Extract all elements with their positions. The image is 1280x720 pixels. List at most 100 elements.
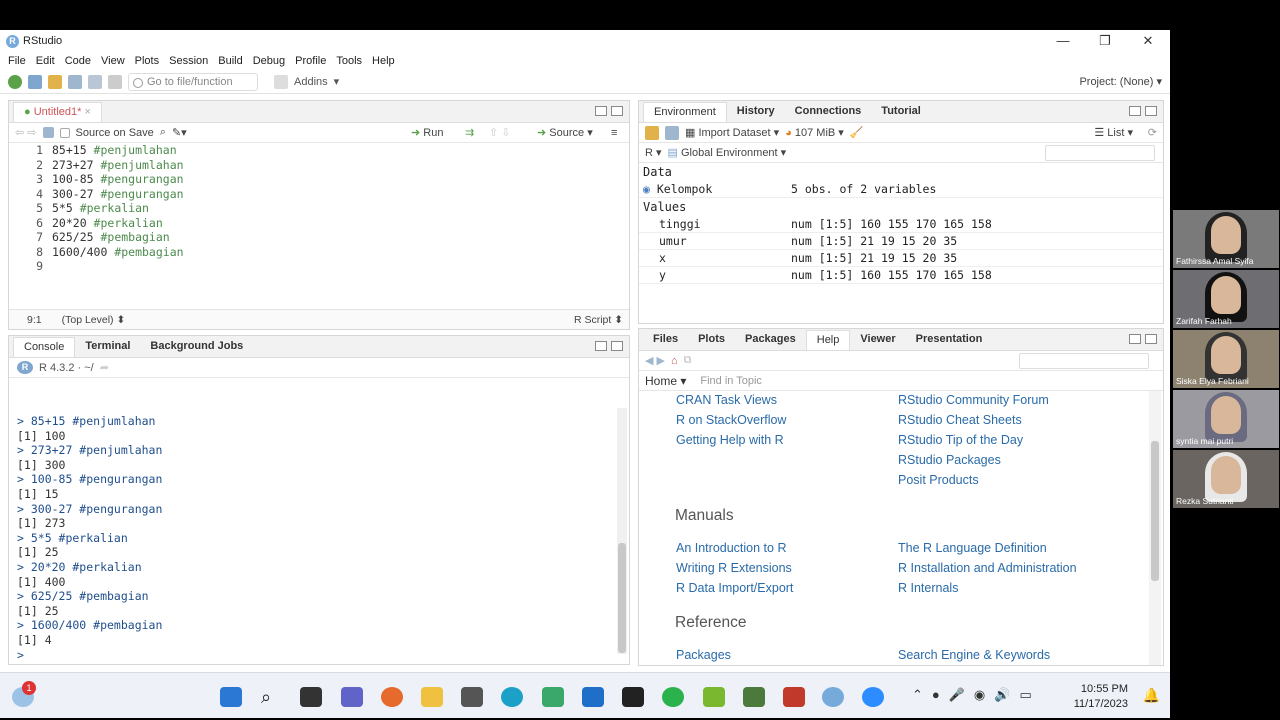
rerun-icon[interactable]: ⇉ bbox=[465, 126, 474, 139]
broom-icon[interactable]: 🧹 bbox=[850, 126, 864, 139]
values-row[interactable]: x num [1:5] 21 19 15 20 35 bbox=[639, 250, 1163, 267]
view-mode-select[interactable]: ☰ List ▾ bbox=[1094, 126, 1133, 139]
minimize-button[interactable]: — bbox=[1048, 32, 1078, 50]
maximize-pane-icon[interactable] bbox=[611, 106, 623, 116]
minimize-pane-icon[interactable] bbox=[595, 341, 607, 351]
help-link[interactable]: An Introduction to R bbox=[676, 541, 786, 555]
clock[interactable]: 10:55 PM 11/17/2023 bbox=[1074, 682, 1128, 712]
tab-background-jobs[interactable]: Background Jobs bbox=[140, 337, 253, 357]
mendeley-icon[interactable] bbox=[783, 687, 805, 707]
menu-file[interactable]: File bbox=[8, 55, 26, 67]
back-icon[interactable]: ⇦ ⇨ bbox=[15, 126, 37, 139]
help-scrollbar[interactable] bbox=[1149, 391, 1161, 665]
menu-help[interactable]: Help bbox=[372, 55, 395, 67]
help-link[interactable]: Writing R Extensions bbox=[676, 561, 792, 575]
edge-icon[interactable] bbox=[501, 687, 523, 707]
minimize-pane-icon[interactable] bbox=[1129, 106, 1141, 116]
menu-debug[interactable]: Debug bbox=[253, 55, 285, 67]
menu-plots[interactable]: Plots bbox=[135, 55, 159, 67]
help-link[interactable]: R on StackOverflow bbox=[676, 413, 786, 427]
values-row[interactable]: tinggi num [1:5] 160 155 170 165 158 bbox=[639, 216, 1163, 233]
search-icon[interactable]: ⌕ bbox=[261, 687, 283, 707]
environment-search-input[interactable] bbox=[1045, 145, 1155, 161]
teams-chat-icon[interactable] bbox=[341, 687, 363, 707]
help-link[interactable]: R Internals bbox=[898, 581, 958, 595]
help-link[interactable]: Search Engine & Keywords bbox=[898, 648, 1050, 662]
participant-video[interactable]: Siska Elya Febriani bbox=[1173, 330, 1279, 388]
up-arrow-icon[interactable]: ⇧ ⇩ bbox=[489, 126, 511, 139]
maximize-pane-icon[interactable] bbox=[1145, 106, 1157, 116]
source-button[interactable]: ➜ Source ▾ bbox=[537, 126, 593, 139]
goto-file-input[interactable]: Go to file/function bbox=[128, 72, 258, 91]
notification-bell-icon[interactable]: 🔔 bbox=[1143, 687, 1160, 704]
tab-presentation[interactable]: Presentation bbox=[906, 330, 993, 350]
pen-app-icon[interactable] bbox=[703, 687, 725, 707]
console-output[interactable]: > 85+15 #penjumlahan [1] 100 > 273+27 #pen… bbox=[17, 414, 162, 662]
values-row[interactable]: umur num [1:5] 21 19 15 20 35 bbox=[639, 233, 1163, 250]
file-type-selector[interactable]: R Script ⬍ bbox=[574, 314, 623, 326]
help-link[interactable]: CRAN Task Views bbox=[676, 393, 777, 407]
import-dataset-button[interactable]: ▦ Import Dataset ▾ bbox=[685, 126, 779, 139]
tab-files[interactable]: Files bbox=[643, 330, 688, 350]
help-link[interactable]: The R Language Definition bbox=[898, 541, 1047, 555]
participant-video[interactable]: Rezka Sutrianti bbox=[1173, 450, 1279, 508]
tab-help[interactable]: Help bbox=[805, 330, 851, 350]
restore-button[interactable]: ❐ bbox=[1090, 32, 1120, 50]
rstudio-taskbar-icon[interactable] bbox=[822, 687, 844, 707]
find-in-topic-input[interactable]: Find in Topic bbox=[700, 375, 762, 387]
maximize-pane-icon[interactable] bbox=[1145, 334, 1157, 344]
camtasia-icon[interactable] bbox=[743, 687, 765, 707]
home-menu[interactable]: Home ▾ bbox=[645, 374, 686, 388]
new-project-icon[interactable] bbox=[28, 74, 42, 89]
help-link[interactable]: RStudio Community Forum bbox=[898, 393, 1049, 407]
menu-tools[interactable]: Tools bbox=[336, 55, 362, 67]
help-link[interactable]: RStudio Packages bbox=[898, 453, 1001, 467]
home-icon[interactable]: ⌂ bbox=[671, 355, 678, 367]
zoom-icon[interactable] bbox=[862, 687, 884, 707]
tab-console[interactable]: Console bbox=[13, 337, 76, 357]
addins-menu[interactable]: Addins bbox=[294, 76, 328, 88]
start-icon[interactable] bbox=[220, 687, 242, 707]
save-workspace-icon[interactable] bbox=[665, 125, 679, 140]
help-link[interactable]: R Installation and Administration bbox=[898, 561, 1077, 575]
close-button[interactable]: ✕ bbox=[1133, 32, 1163, 50]
participant-video[interactable]: Zarifah Farhah bbox=[1173, 270, 1279, 328]
maximize-pane-icon[interactable] bbox=[611, 341, 623, 351]
file-explorer-icon[interactable] bbox=[421, 687, 443, 707]
grid-layout-icon[interactable] bbox=[274, 74, 288, 89]
task-view-icon[interactable] bbox=[300, 687, 322, 707]
help-link[interactable]: R Data Import/Export bbox=[676, 581, 793, 595]
firefox-icon[interactable] bbox=[381, 687, 403, 707]
help-link[interactable]: Getting Help with R bbox=[676, 433, 784, 447]
load-workspace-icon[interactable] bbox=[645, 125, 659, 140]
tab-environment[interactable]: Environment bbox=[643, 102, 727, 122]
wand-icon[interactable]: ✎▾ bbox=[172, 126, 187, 139]
menu-session[interactable]: Session bbox=[169, 55, 208, 67]
dataframe-expand-icon[interactable]: ◉ bbox=[643, 182, 657, 196]
source-on-save-checkbox[interactable] bbox=[59, 127, 70, 138]
dropbox-icon[interactable] bbox=[622, 687, 644, 707]
tab-viewer[interactable]: Viewer bbox=[850, 330, 905, 350]
save-all-icon[interactable] bbox=[88, 74, 102, 89]
tab-terminal[interactable]: Terminal bbox=[75, 337, 140, 357]
code-editor[interactable]: 85+15 #penjumlahan 273+27 #penjumlahan 100… bbox=[52, 143, 184, 274]
tab-untitled1[interactable]: ● Untitled1* × bbox=[13, 102, 102, 122]
menu-profile[interactable]: Profile bbox=[295, 55, 326, 67]
menu-build[interactable]: Build bbox=[218, 55, 242, 67]
help-link[interactable]: RStudio Tip of the Day bbox=[898, 433, 1023, 447]
help-link[interactable]: Packages bbox=[676, 648, 731, 662]
help-search-input[interactable] bbox=[1019, 353, 1149, 369]
whatsapp-icon[interactable] bbox=[662, 687, 684, 707]
scope-selector[interactable]: (Top Level) ⬍ bbox=[62, 314, 126, 326]
participant-video[interactable]: Fathirssa Amal Syifa bbox=[1173, 210, 1279, 268]
amazon-icon[interactable] bbox=[461, 687, 483, 707]
language-select[interactable]: R ▾ bbox=[645, 146, 662, 159]
help-link[interactable]: Posit Products bbox=[898, 473, 979, 487]
project-menu[interactable]: Project: (None) ▾ bbox=[1079, 75, 1162, 88]
environment-select[interactable]: ▤ Global Environment ▾ bbox=[668, 146, 787, 159]
memory-usage[interactable]: ◕ 107 MiB ▾ bbox=[785, 126, 844, 139]
participant-video[interactable]: syntia mai putri bbox=[1173, 390, 1279, 448]
menu-view[interactable]: View bbox=[101, 55, 125, 67]
values-row[interactable]: y num [1:5] 160 155 170 165 158 bbox=[639, 267, 1163, 284]
print-icon[interactable] bbox=[108, 74, 122, 89]
